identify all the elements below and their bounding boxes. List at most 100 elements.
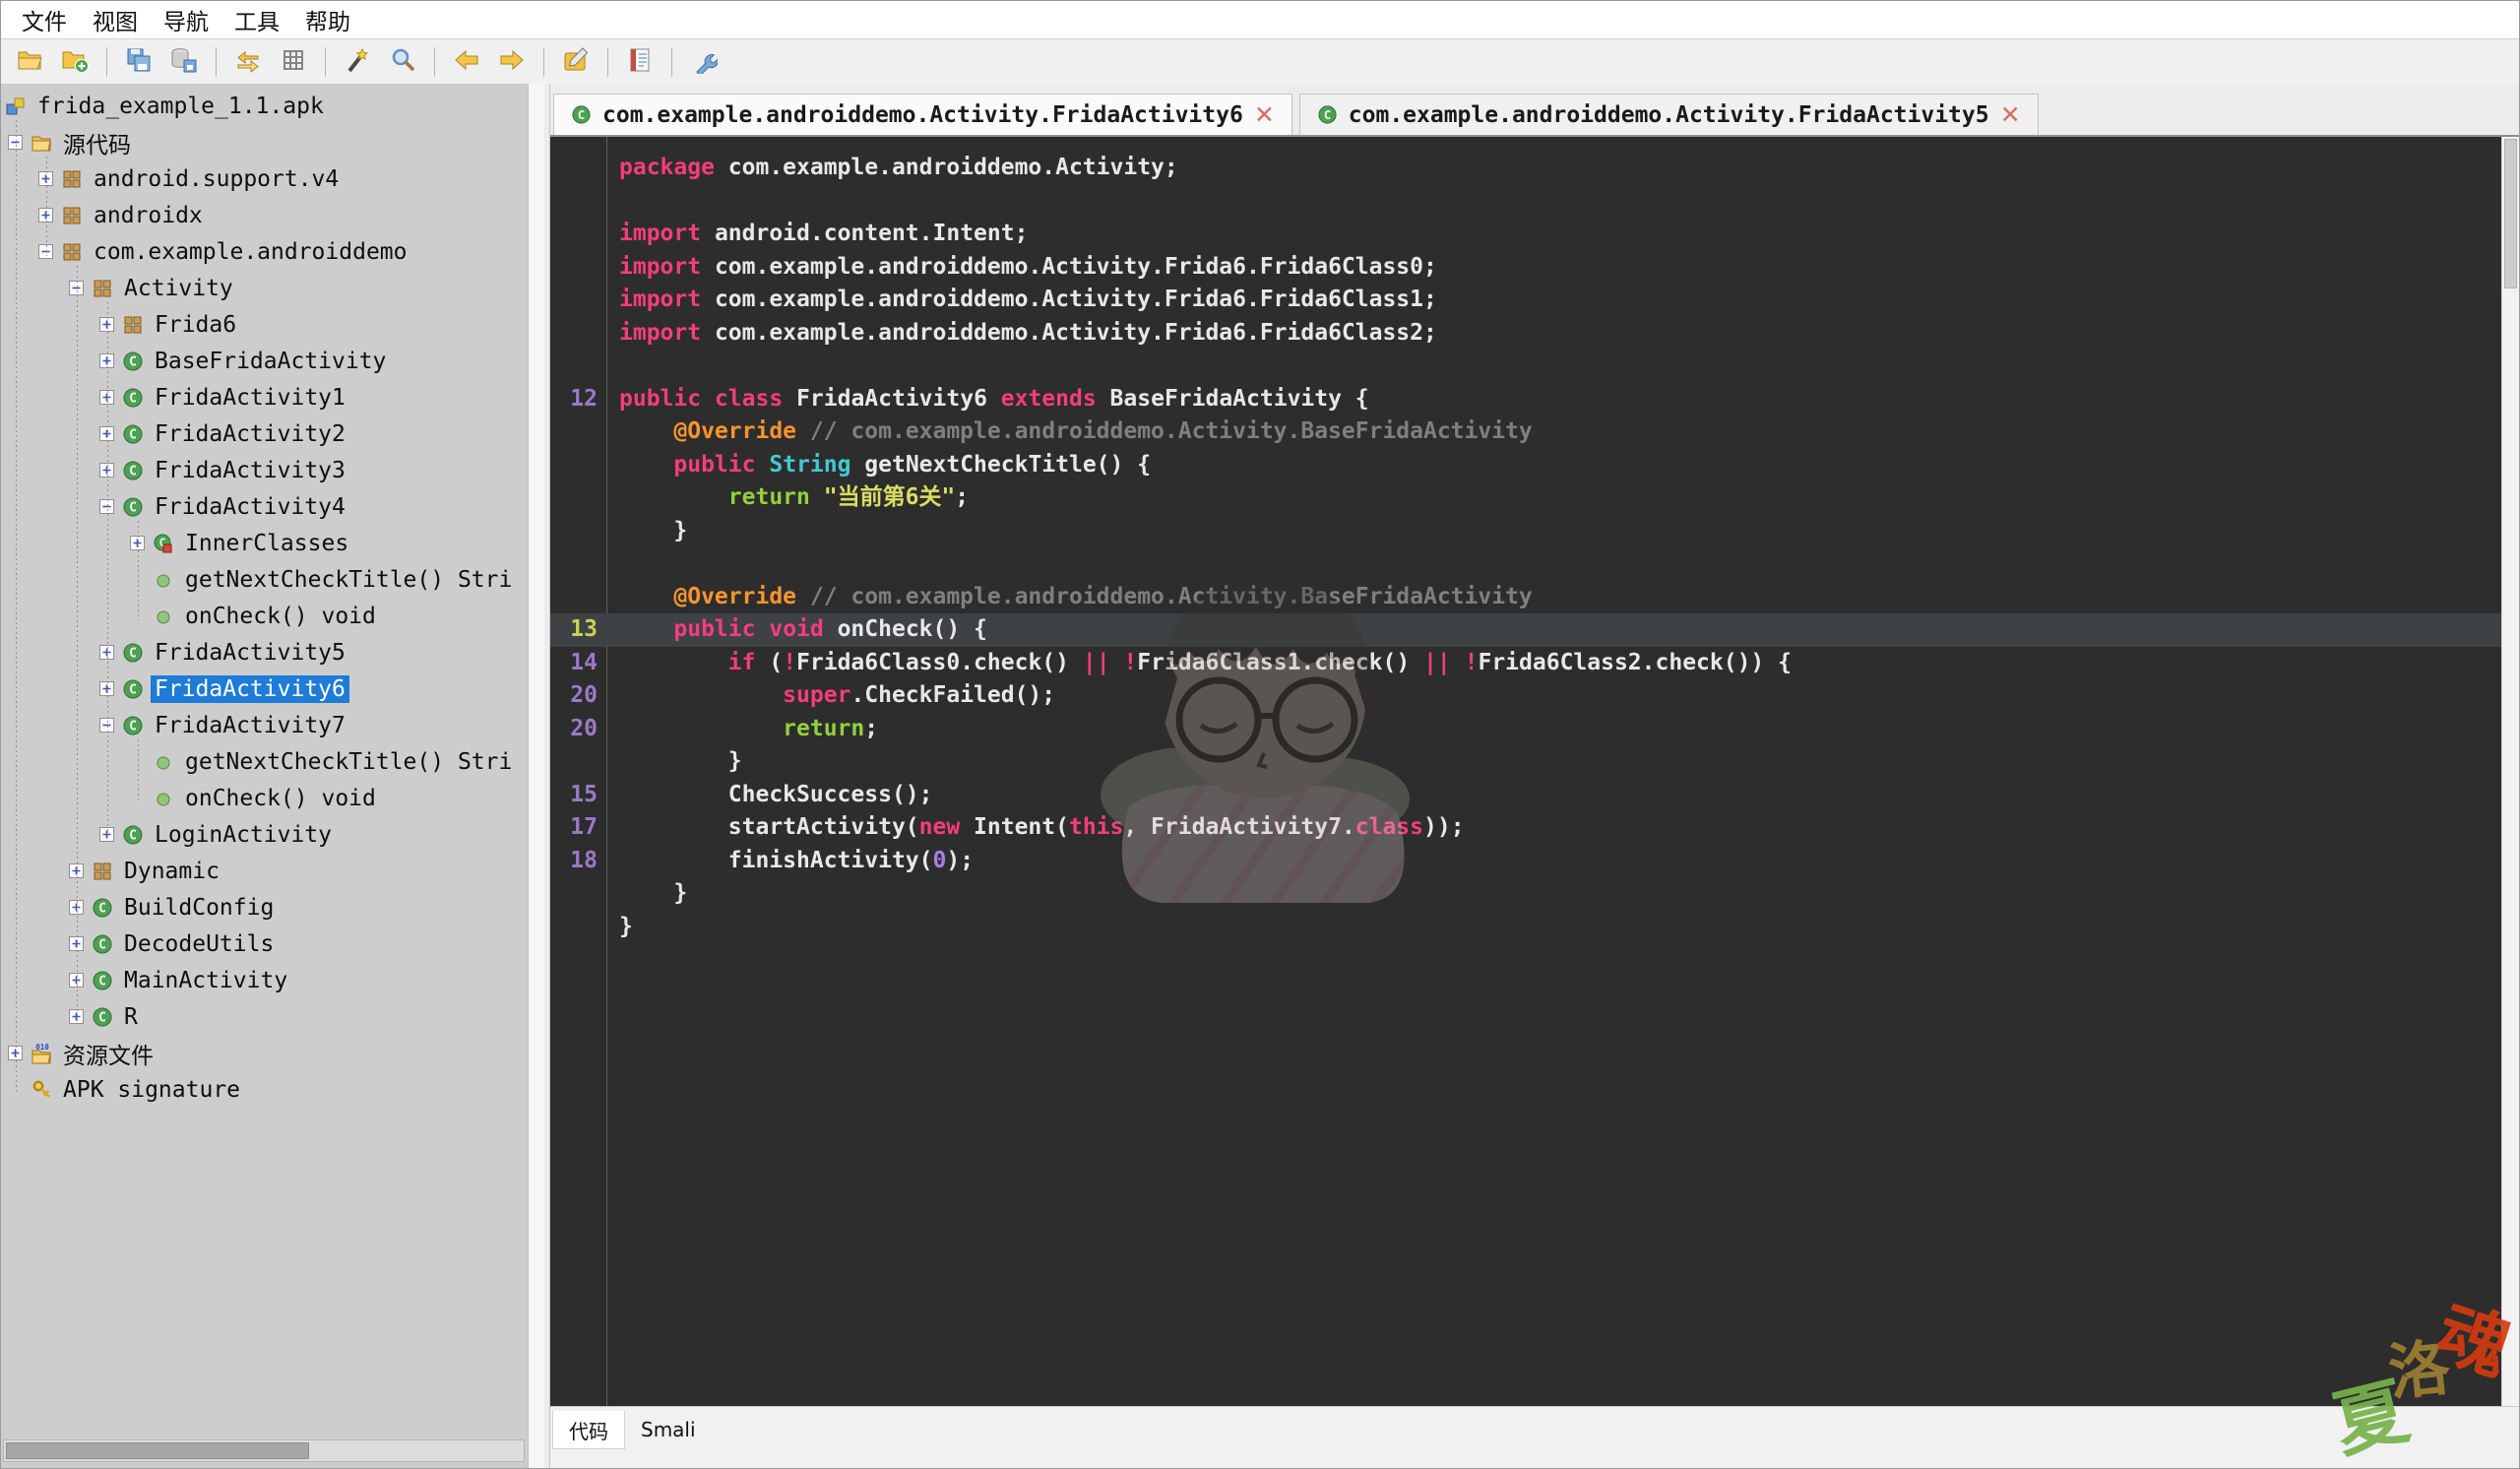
editor-tab-1[interactable]: Ccom.example.androiddemo.Activity.FridaA… (1298, 94, 2039, 135)
tree-item-label: getNextCheckTitle() Stri (185, 748, 513, 775)
text-search-button[interactable] (380, 43, 425, 81)
rename-lock-button[interactable] (553, 43, 598, 81)
line-number (550, 415, 598, 449)
token-num: 0 (932, 847, 947, 873)
package-icon (92, 278, 113, 299)
tree-item-fridaactivity1[interactable]: C FridaActivity1 (1, 379, 529, 415)
tree-item-fridaactivity7[interactable]: C FridaActivity7 (1, 707, 529, 743)
menu-item-help[interactable]: 帮助 (292, 1, 363, 39)
tree-item-decodeutils[interactable]: C DecodeUtils (1, 926, 529, 962)
method-icon (153, 788, 174, 809)
tree-item-apk-signature[interactable]: APK signature (1, 1071, 529, 1108)
tree-item-activity[interactable]: Activity (1, 270, 529, 306)
code-line: import android.content.Intent; (550, 218, 2502, 251)
token-kw: class (1354, 814, 1424, 840)
tree-item-loginactivity[interactable]: C LoginActivity (1, 816, 529, 853)
toolbar-separator (543, 46, 544, 77)
token-pln (755, 452, 769, 478)
class-icon: C (92, 1006, 113, 1028)
tree-item-fridaactivity5[interactable]: C FridaActivity5 (1, 634, 529, 671)
tab-label: com.example.androiddemo.Activity.FridaAc… (602, 101, 1243, 128)
tree-item-fridaactivity4[interactable]: C FridaActivity4 (1, 488, 529, 525)
tree-item-getnextchecktitle-stri[interactable]: getNextCheckTitle() Stri (1, 743, 529, 780)
tree-item-资源文件[interactable]: 010 资源文件 (1, 1035, 529, 1071)
text-search-icon (389, 46, 416, 78)
line-number: 20 (570, 715, 598, 741)
nav-back-button[interactable] (444, 43, 489, 81)
log-viewer-button[interactable] (617, 43, 662, 81)
toolbar-separator (671, 46, 672, 77)
tree-horizontal-scrollbar[interactable] (3, 1439, 525, 1462)
tree-item-r[interactable]: CR (1, 998, 529, 1035)
preferences-wrench-button[interactable] (681, 43, 726, 81)
token-pln: BaseFridaActivity { (1096, 385, 1369, 412)
nav-forward-button[interactable] (489, 43, 535, 81)
token-pln (701, 386, 715, 412)
code-text: @Override // com.example.androiddemo.Act… (598, 581, 1533, 614)
editor-tab-0[interactable]: Ccom.example.androiddemo.Activity.FridaA… (553, 94, 1292, 135)
token-com: // com.example.androiddemo.Activity.Base… (796, 583, 1533, 609)
tree-item-fridaactivity2[interactable]: C FridaActivity2 (1, 415, 529, 452)
svg-text:C: C (129, 828, 137, 843)
add-files-button[interactable] (52, 43, 97, 81)
bottom-tab-code[interactable]: 代码 (552, 1411, 625, 1449)
tree-item-com-example-androiddemo[interactable]: com.example.androiddemo (1, 233, 529, 270)
deobfuscation-wand-button[interactable] (335, 43, 380, 81)
code-line: } (550, 745, 2502, 779)
code-text: import com.example.androiddemo.Activity.… (598, 284, 1437, 317)
tree-item-oncheck-void[interactable]: onCheck() void (1, 598, 529, 634)
package-icon (122, 314, 144, 336)
tree-item-fridaactivity6[interactable]: C FridaActivity6 (1, 671, 529, 707)
tree-item-label: frida_example_1.1.apk (37, 93, 324, 119)
menu-item-navigation[interactable]: 导航 (151, 1, 221, 39)
tree-item-fridaactivity3[interactable]: C FridaActivity3 (1, 452, 529, 488)
tree-item-oncheck-void[interactable]: onCheck() void (1, 780, 529, 816)
export-code-button[interactable] (161, 43, 207, 81)
line-number (550, 317, 598, 351)
tree-item-label: onCheck() void (185, 603, 376, 629)
tree-item-frida-example-1-1-apk[interactable]: frida_example_1.1.apk (1, 88, 529, 124)
scrollbar-thumb[interactable] (2504, 139, 2517, 288)
open-file-button[interactable] (7, 43, 52, 81)
code-line: 14 if (!Frida6Class0.check() || !Frida6C… (550, 647, 2502, 680)
bottom-tab-smali[interactable]: Smali (625, 1411, 712, 1448)
editor-bottom-tab-bar: 代码 Smali (550, 1406, 2519, 1468)
package-icon (61, 168, 83, 190)
tree-item-getnextchecktitle-stri[interactable]: getNextCheckTitle() Stri (1, 561, 529, 598)
tree-item-mainactivity[interactable]: C MainActivity (1, 962, 529, 998)
method-icon (153, 751, 174, 773)
tree-item-innerclasses[interactable]: C InnerClasses (1, 525, 529, 561)
save-all-button[interactable] (116, 43, 161, 81)
token-pln: } (619, 748, 742, 774)
svg-text:C: C (129, 464, 137, 479)
tree-vertical-scrollbar[interactable] (528, 84, 544, 1468)
code-text: import com.example.androiddemo.Activity.… (598, 317, 1437, 351)
token-pln: android.content.Intent; (701, 221, 1029, 246)
tree-item-label: com.example.androiddemo (94, 238, 408, 265)
menu-item-file[interactable]: 文件 (9, 1, 80, 39)
tree-guide-line (77, 266, 78, 1021)
view-grid-button[interactable] (271, 43, 316, 81)
code-editor[interactable]: package com.example.androiddemo.Activity… (550, 137, 2519, 1406)
scrollbar-thumb[interactable] (6, 1442, 309, 1459)
token-pln: ( (755, 649, 784, 675)
tree-item-源代码[interactable]: 源代码 (1, 124, 529, 160)
close-tab-icon[interactable]: ✕ (2000, 102, 2021, 127)
editor-vertical-scrollbar[interactable] (2501, 137, 2519, 1406)
code-line: return "当前第6关"; (550, 481, 2502, 515)
reload-files-button[interactable] (225, 43, 271, 81)
tree-item-androidx[interactable]: androidx (1, 197, 529, 233)
tree-item-basefridaactivity[interactable]: C BaseFridaActivity (1, 343, 529, 379)
menu-item-view[interactable]: 视图 (80, 1, 151, 39)
token-kw: public (673, 616, 756, 642)
tree-item-frida6[interactable]: Frida6 (1, 306, 529, 343)
tree-item-dynamic[interactable]: Dynamic (1, 853, 529, 889)
tree-item-buildconfig[interactable]: C BuildConfig (1, 889, 529, 926)
close-tab-icon[interactable]: ✕ (1254, 102, 1275, 127)
tree-item-android-support-v4[interactable]: android.support.v4 (1, 160, 529, 197)
token-pln (1110, 650, 1124, 675)
class-icon: C (92, 970, 113, 991)
deobfuscation-wand-icon (344, 46, 371, 78)
menu-item-tools[interactable]: 工具 (221, 1, 292, 39)
